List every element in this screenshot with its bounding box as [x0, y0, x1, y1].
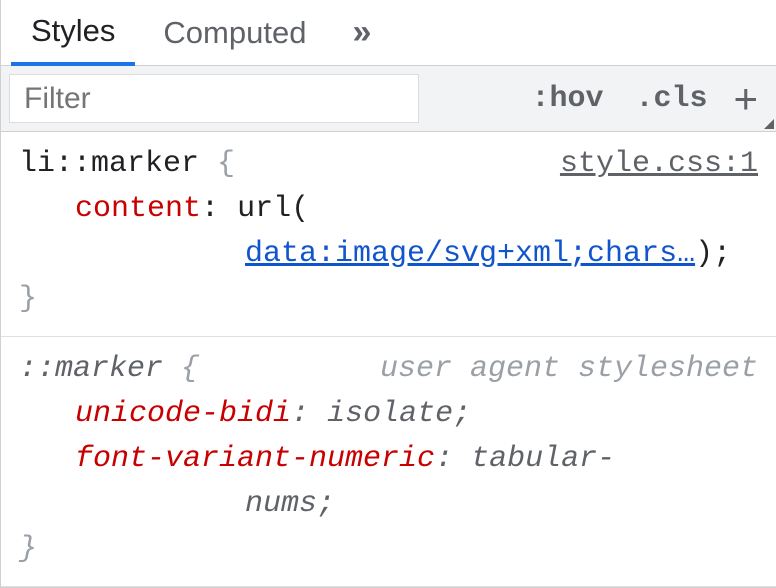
dropdown-triangle-icon — [764, 119, 774, 129]
class-toggle-button[interactable]: .cls — [619, 66, 723, 131]
new-style-rule-button[interactable]: + — [723, 66, 776, 131]
tab-bar: Styles Computed » — [1, 0, 776, 66]
filter-input[interactable] — [9, 74, 419, 123]
declaration[interactable]: content: url( data:image/svg+xml;chars…)… — [19, 187, 758, 277]
user-agent-rule: ::marker { user agent stylesheet unicode… — [1, 337, 776, 587]
source-link[interactable]: style.css:1 — [560, 142, 758, 187]
open-brace: { — [181, 352, 199, 386]
user-agent-label: user agent stylesheet — [380, 347, 758, 392]
property-value: isolate; — [327, 397, 471, 431]
property-value-suffix: ); — [695, 237, 731, 271]
open-brace: { — [217, 147, 235, 181]
property-value-line1: tabular- — [471, 442, 615, 476]
styles-toolbar: :hov .cls + — [1, 66, 776, 132]
close-brace: } — [19, 277, 758, 322]
property-name: unicode-bidi — [75, 397, 291, 431]
property-name[interactable]: content — [75, 192, 201, 226]
declaration: font-variant-numeric: tabular- nums; — [19, 437, 758, 527]
declaration: unicode-bidi: isolate; — [19, 392, 758, 437]
tab-computed[interactable]: Computed — [143, 0, 326, 65]
property-name: font-variant-numeric — [75, 442, 435, 476]
styles-panel: Styles Computed » :hov .cls + li::marker… — [0, 0, 776, 588]
plus-icon: + — [733, 78, 758, 120]
style-rule[interactable]: li::marker { style.css:1 content: url( d… — [1, 132, 776, 337]
property-value-prefix: url( — [237, 192, 309, 226]
selector-text: ::marker — [19, 352, 163, 386]
tab-styles[interactable]: Styles — [11, 1, 135, 66]
property-value-line2: nums; — [75, 482, 758, 527]
tab-overflow-icon[interactable]: » — [334, 13, 391, 52]
selector-text[interactable]: li::marker — [19, 147, 199, 181]
url-value-link[interactable]: data:image/svg+xml;chars… — [245, 237, 695, 271]
hover-toggle-button[interactable]: :hov — [515, 66, 619, 131]
close-brace: } — [19, 527, 758, 572]
